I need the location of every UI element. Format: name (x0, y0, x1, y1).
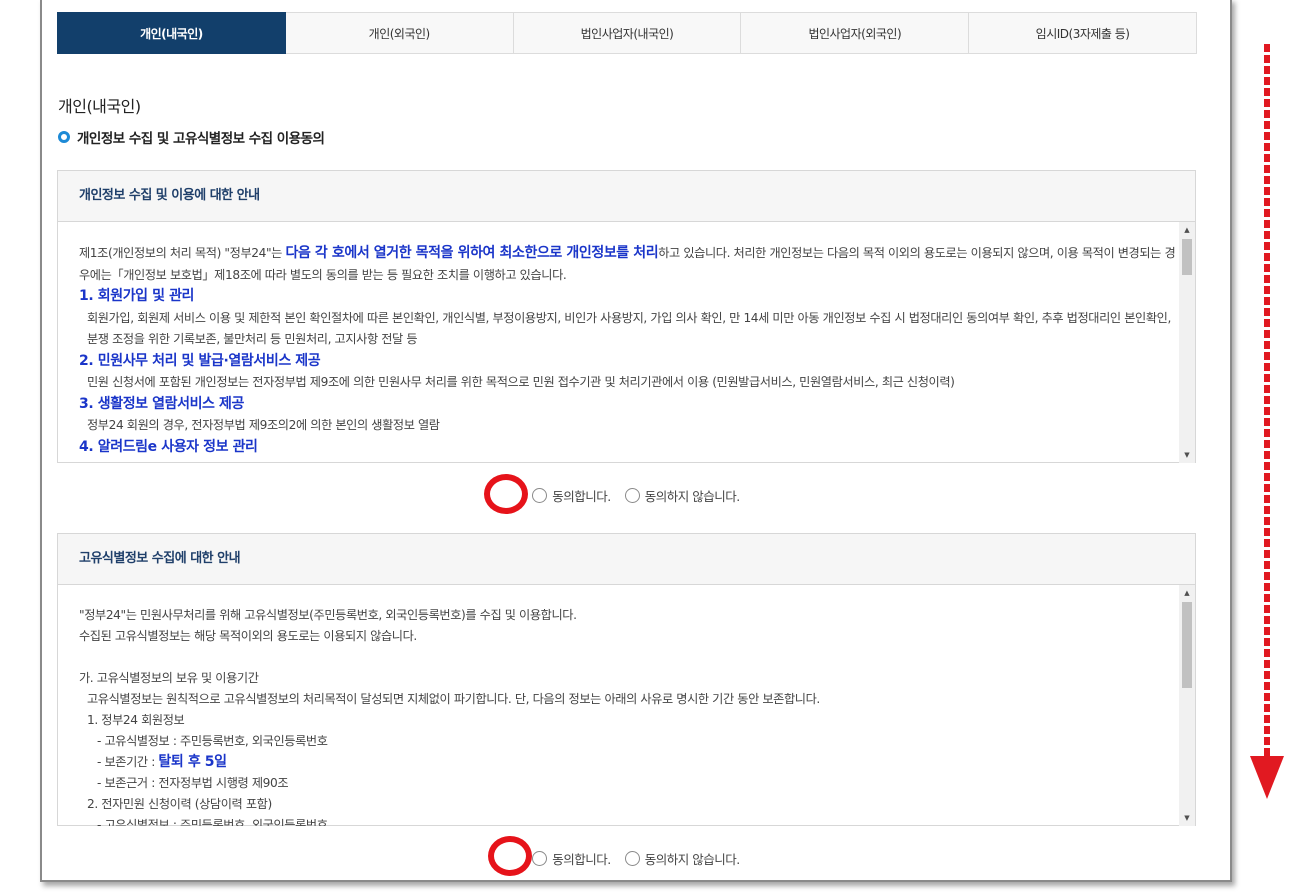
consent-subtitle-text: 개인정보 수집 및 고유식별정보 수집 이용동의 (77, 131, 325, 147)
unique-id-agree-radio[interactable] (532, 850, 548, 866)
item-desc: 회원가입, 회원제 서비스 이용 및 제한적 본인 확인절차에 따른 본인확인,… (87, 310, 1171, 347)
privacy-notice-content: 제1조(개인정보의 처리 목적) "정부24"는 다음 각 호에서 열거한 목적… (79, 243, 1177, 458)
privacy-notice-scroll-area[interactable]: 제1조(개인정보의 처리 목적) "정부24"는 다음 각 호에서 열거한 목적… (58, 222, 1195, 463)
intro-highlight: 다음 각 호에서 열거한 목적을 위하여 최소한으로 개인정보를 처리 (285, 245, 659, 261)
item-title: 3. 생활정보 열람서비스 제공 (79, 395, 244, 412)
privacy-notice-box: 개인정보 수집 및 이용에 대한 안내 제1조(개인정보의 처리 목적) "정부… (57, 170, 1196, 463)
notice-line: 2. 전자민원 신청이력 (상담이력 포함) (87, 797, 272, 811)
scroll-down-annotation-line (1264, 44, 1270, 758)
privacy-notice-heading: 개인정보 수집 및 이용에 대한 안내 (58, 171, 1195, 222)
agree-label: 동의합니다. (552, 488, 611, 504)
tab-temporary-id[interactable]: 임시ID(3자제출 등) (969, 12, 1197, 54)
item-title: 4. 알려드림e 사용자 정보 관리 (79, 438, 258, 455)
period-label: - 보존기간 : (97, 755, 159, 769)
privacy-disagree-option[interactable]: 동의하지 않습니다. (624, 486, 740, 505)
item-title: 2. 민원사무 처리 및 발급·열람서비스 제공 (79, 352, 321, 369)
unique-id-notice-scroll-area[interactable]: "정부24"는 민원사무처리를 위해 고유식별정보(주민등록번호, 외국인등록번… (58, 585, 1195, 826)
notice-line: 가. 고유식별정보의 보유 및 이용기간 (79, 671, 259, 685)
notice-line: 1. 정부24 회원정보 (87, 713, 185, 727)
disagree-label: 동의하지 않습니다. (644, 851, 740, 867)
bullet-circle-icon (58, 131, 70, 143)
notice-line: - 고유식별정보 : 주민등록번호, 외국인등록번호 (97, 734, 328, 748)
privacy-consent-radio-group: 동의합니다. 동의하지 않습니다. (42, 483, 1230, 507)
scrollbar[interactable]: ▲ ▼ (1179, 222, 1195, 463)
item-desc: 민원 신청서에 포함된 개인정보는 전자정부법 제9조에 의한 민원사무 처리를… (87, 375, 955, 389)
unique-id-agree-option[interactable]: 동의합니다. (532, 849, 611, 868)
scroll-down-arrow-icon[interactable]: ▼ (1179, 447, 1195, 463)
privacy-agree-option[interactable]: 동의합니다. (532, 486, 611, 505)
consent-subtitle: 개인정보 수집 및 고유식별정보 수집 이용동의 (58, 127, 325, 147)
tab-foreign-individual[interactable]: 개인(외국인) (285, 12, 514, 54)
tab-foreign-corporate[interactable]: 법인사업자(외국인) (741, 12, 970, 54)
scroll-down-arrow-icon[interactable]: ▼ (1179, 810, 1195, 826)
notice-line: "정부24"는 민원사무처리를 위해 고유식별정보(주민등록번호, 외국인등록번… (79, 608, 577, 622)
notice-line (79, 647, 1177, 668)
notice-period-line: - 보존기간 : 탈퇴 후 5일 (79, 752, 1177, 773)
tab-domestic-individual[interactable]: 개인(내국인) (57, 12, 286, 54)
disagree-label: 동의하지 않습니다. (644, 488, 740, 504)
member-type-tabs: 개인(내국인) 개인(외국인) 법인사업자(내국인) 법인사업자(외국인) 임시… (57, 12, 1197, 54)
highlight-circle-annotation (484, 474, 528, 514)
unique-id-notice-content: "정부24"는 민원사무처리를 위해 고유식별정보(주민등록번호, 외국인등록번… (79, 605, 1177, 826)
notice-line: - 보존근거 : 전자정부법 시행령 제90조 (97, 776, 289, 790)
scrollbar-thumb[interactable] (1182, 239, 1192, 275)
privacy-disagree-radio[interactable] (624, 487, 640, 503)
item-title: 1. 회원가입 및 관리 (79, 288, 195, 304)
notice-line: 수집된 고유식별정보는 해당 목적이외의 용도로는 이용되지 않습니다. (79, 629, 417, 643)
privacy-agree-radio[interactable] (532, 487, 548, 503)
unique-id-disagree-radio[interactable] (624, 850, 640, 866)
arrow-down-icon (1250, 756, 1284, 799)
unique-id-notice-box: 고유식별정보 수집에 대한 안내 "정부24"는 민원사무처리를 위해 고유식별… (57, 533, 1196, 826)
notice-line: 고유식별정보는 원칙적으로 고유식별정보의 처리목적이 달성되면 지체없이 파기… (87, 692, 820, 706)
period-value: 탈퇴 후 5일 (158, 754, 227, 770)
scroll-up-arrow-icon[interactable]: ▲ (1179, 222, 1195, 238)
page-title: 개인(내국인) (58, 97, 141, 116)
item-desc: 정부24 회원의 경우, 전자정부법 제9조의2에 의한 본인의 생활정보 열람 (87, 418, 440, 432)
notice-line: - 고유식별정보 : 주민등록번호, 외국인등록번호 (97, 818, 328, 826)
scrollbar-thumb[interactable] (1182, 602, 1192, 688)
privacy-intro: 제1조(개인정보의 처리 목적) "정부24"는 다음 각 호에서 열거한 목적… (79, 243, 1177, 286)
intro-text-pre: 제1조(개인정보의 처리 목적) "정부24"는 (79, 246, 286, 260)
unique-id-disagree-option[interactable]: 동의하지 않습니다. (624, 849, 740, 868)
unique-id-notice-heading: 고유식별정보 수집에 대한 안내 (58, 534, 1195, 585)
scroll-up-arrow-icon[interactable]: ▲ (1179, 585, 1195, 601)
highlight-circle-annotation (488, 836, 532, 876)
unique-id-consent-radio-group: 동의합니다. 동의하지 않습니다. (42, 846, 1230, 870)
tab-domestic-corporate[interactable]: 법인사업자(내국인) (513, 12, 742, 54)
agree-label: 동의합니다. (552, 851, 611, 867)
scrollbar[interactable]: ▲ ▼ (1179, 585, 1195, 826)
consent-page: 개인(내국인) 개인(외국인) 법인사업자(내국인) 법인사업자(외국인) 임시… (40, 0, 1232, 882)
